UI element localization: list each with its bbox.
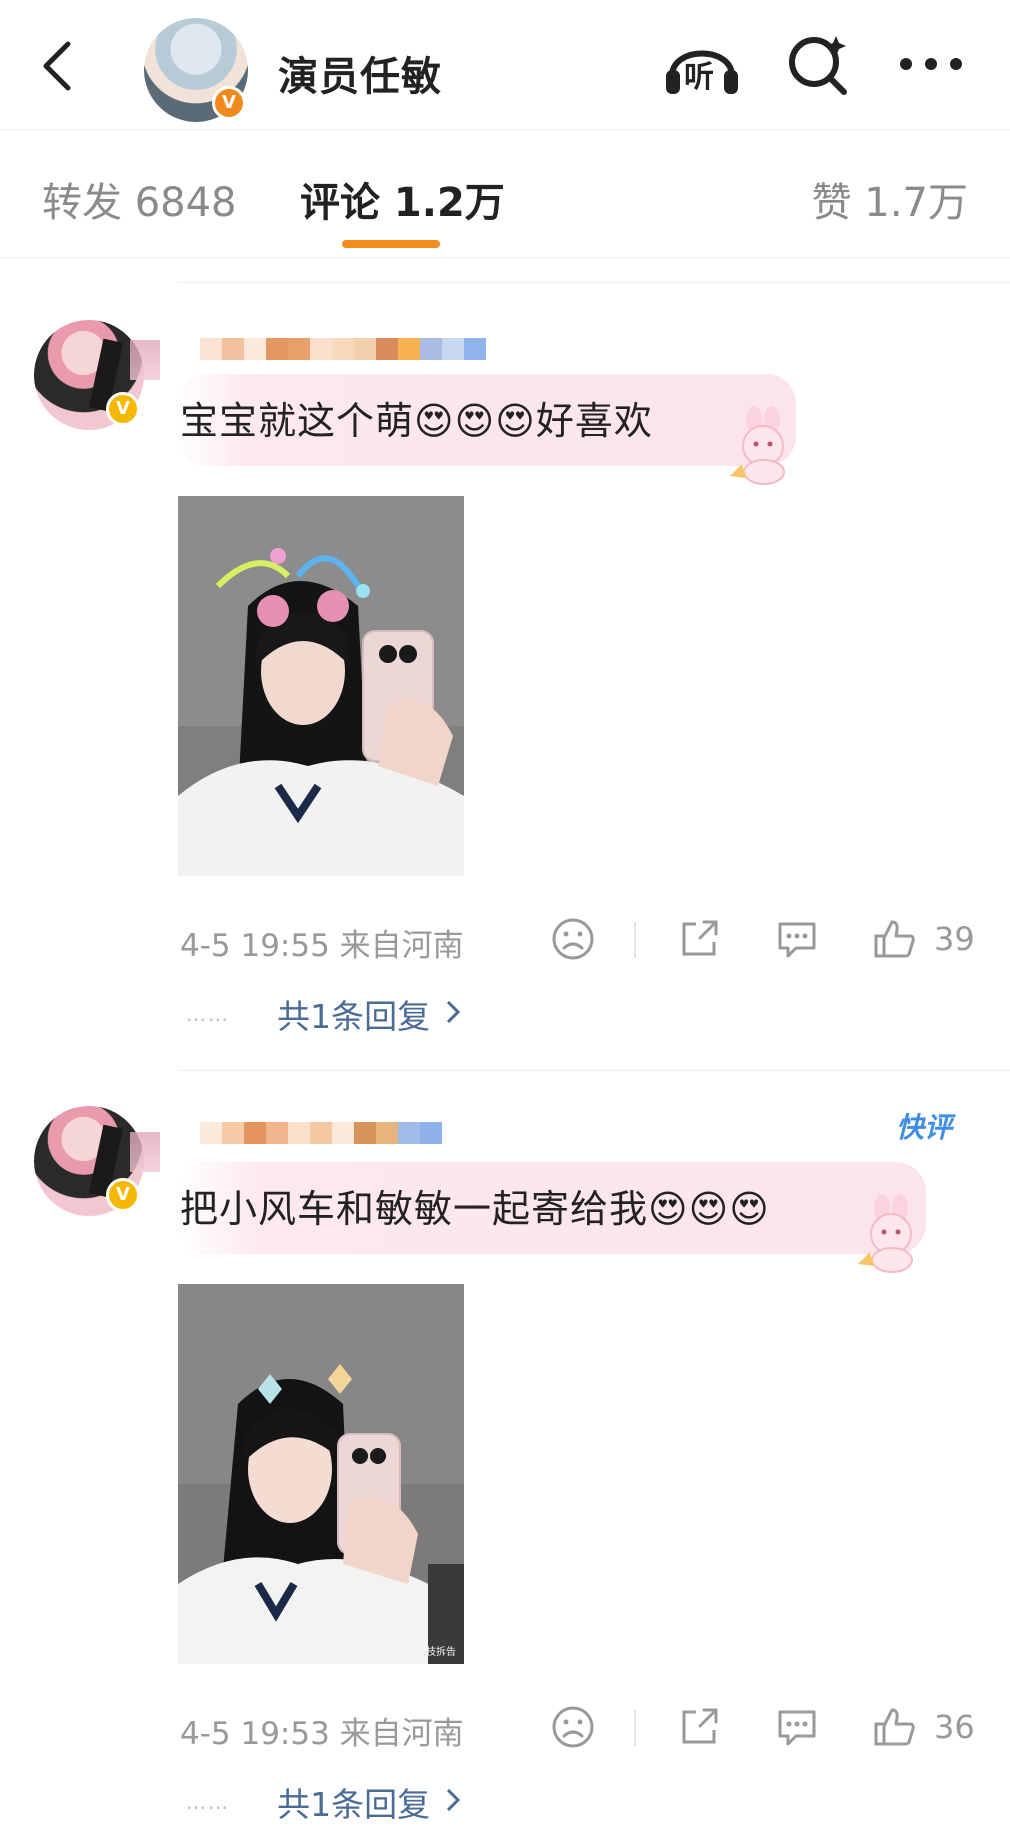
page-title: 演员任敏: [278, 54, 442, 100]
sad-face-icon: [552, 918, 594, 960]
comment-photo[interactable]: @枝枝拆告: [178, 1284, 464, 1664]
tab-bar: 转发 6848 评论 1.2万 赞 1.7万: [0, 130, 1010, 258]
top-bar: V 演员任敏 听: [0, 0, 1010, 130]
reply-button[interactable]: [774, 1704, 820, 1750]
comment-actions: 39: [550, 916, 975, 966]
reply-dots: ……: [186, 1002, 230, 1026]
comment-text[interactable]: 把小风车和敏敏一起寄给我😍😍😍: [180, 1178, 770, 1233]
search-button[interactable]: [786, 32, 852, 98]
thumbs-up-icon: [874, 1708, 915, 1746]
photo-watermark: @枝枝拆告: [406, 1647, 456, 1658]
photo-portrait-image: [178, 496, 464, 876]
like-count: 36: [934, 1708, 975, 1746]
back-button[interactable]: [36, 36, 80, 96]
chevron-right-icon: [445, 998, 461, 1030]
quick-comment-tag: 快评: [895, 1111, 952, 1144]
listen-button[interactable]: 听: [662, 30, 742, 100]
comment-actions: 36: [550, 1704, 975, 1754]
more-dots-icon: [900, 58, 962, 70]
comment-text[interactable]: 宝宝就这个萌😍😍😍好喜欢: [180, 390, 653, 445]
tab-repost[interactable]: 转发 6848: [42, 170, 237, 228]
verified-badge: V: [106, 1178, 140, 1212]
action-divider: [634, 1710, 636, 1746]
comment-photo[interactable]: @枝枝拆告: [178, 496, 464, 876]
share-button[interactable]: [676, 916, 722, 962]
search-sparkle-icon: [789, 36, 847, 95]
verified-badge: V: [106, 392, 140, 426]
verified-badge: V: [212, 86, 246, 120]
like-button[interactable]: [872, 1704, 918, 1750]
sad-face-icon: [552, 1706, 594, 1748]
replies-row[interactable]: …… 共1条回复: [186, 990, 461, 1038]
pixelated-decoration: [130, 1132, 160, 1172]
tab-comments[interactable]: 评论 1.2万: [300, 170, 505, 228]
listen-label: 听: [684, 60, 714, 95]
commenter-name-pixelated[interactable]: [200, 338, 486, 360]
share-icon: [682, 920, 718, 956]
comment-bubble-icon: [778, 922, 816, 958]
view-replies-link[interactable]: 共1条回复: [277, 990, 430, 1038]
reply-button[interactable]: [774, 916, 820, 962]
action-divider: [634, 922, 636, 958]
like-button[interactable]: [872, 916, 918, 962]
share-icon: [682, 1708, 718, 1744]
dislike-button[interactable]: [550, 916, 596, 962]
bunny-sticker-icon: [724, 406, 798, 486]
comment-time-location: 4-5 19:55 来自河南: [180, 928, 464, 964]
more-button[interactable]: [896, 44, 966, 84]
dislike-button[interactable]: [550, 1704, 596, 1750]
thumbs-up-icon: [874, 920, 915, 958]
comment-time-location: 4-5 19:53 来自河南: [180, 1716, 464, 1752]
commenter-name-pixelated[interactable]: [200, 1122, 442, 1144]
bunny-sticker-icon: [852, 1194, 926, 1274]
tab-likes[interactable]: 赞 1.7万: [812, 170, 968, 228]
divider: [178, 1070, 1010, 1071]
like-count: 39: [934, 920, 975, 958]
divider: [178, 282, 1010, 283]
view-replies-link[interactable]: 共1条回复: [277, 1778, 430, 1826]
photo-watermark: @枝枝拆告: [406, 859, 456, 870]
comment-bubble-icon: [778, 1710, 816, 1746]
replies-row[interactable]: …… 共1条回复: [186, 1778, 461, 1826]
active-tab-indicator: [342, 240, 440, 248]
back-arrow-icon: [43, 41, 71, 91]
pixelated-decoration: [130, 340, 160, 380]
photo-portrait-image: [178, 1284, 464, 1664]
share-button[interactable]: [676, 1704, 722, 1750]
chevron-right-icon: [445, 1786, 461, 1818]
reply-dots: ……: [186, 1790, 230, 1814]
